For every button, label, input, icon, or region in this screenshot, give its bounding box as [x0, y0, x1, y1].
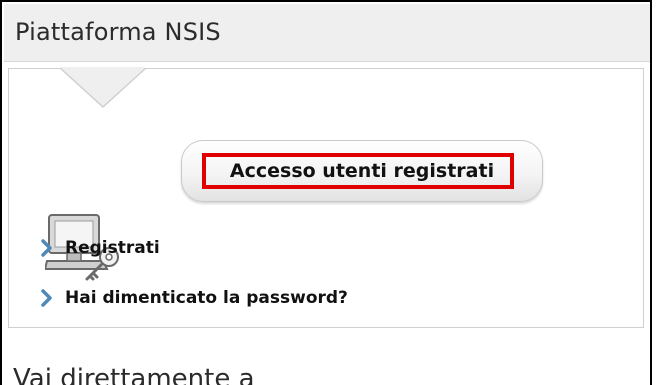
panel-title: Piattaforma NSIS [15, 18, 221, 46]
login-button-label: Accesso utenti registrati [229, 160, 495, 182]
window-frame: Piattaforma NSIS Accesso utenti registra… [0, 0, 652, 385]
register-link-label: Registrati [65, 238, 160, 258]
registered-users-login-button[interactable]: Accesso utenti registrati [181, 140, 543, 202]
chevron-right-icon [41, 239, 52, 257]
panel-header: Piattaforma NSIS [4, 4, 650, 62]
register-link[interactable]: Registrati [39, 235, 160, 261]
forgot-password-link[interactable]: Hai dimenticato la password? [39, 285, 348, 311]
chevron-right-icon [41, 289, 52, 307]
forgot-password-link-label: Hai dimenticato la password? [65, 288, 348, 308]
login-panel: Accesso utenti registrati Registrati Hai… [8, 67, 644, 328]
next-section-title: Vai direttamente a [13, 364, 255, 385]
panel-pointer [59, 67, 147, 108]
